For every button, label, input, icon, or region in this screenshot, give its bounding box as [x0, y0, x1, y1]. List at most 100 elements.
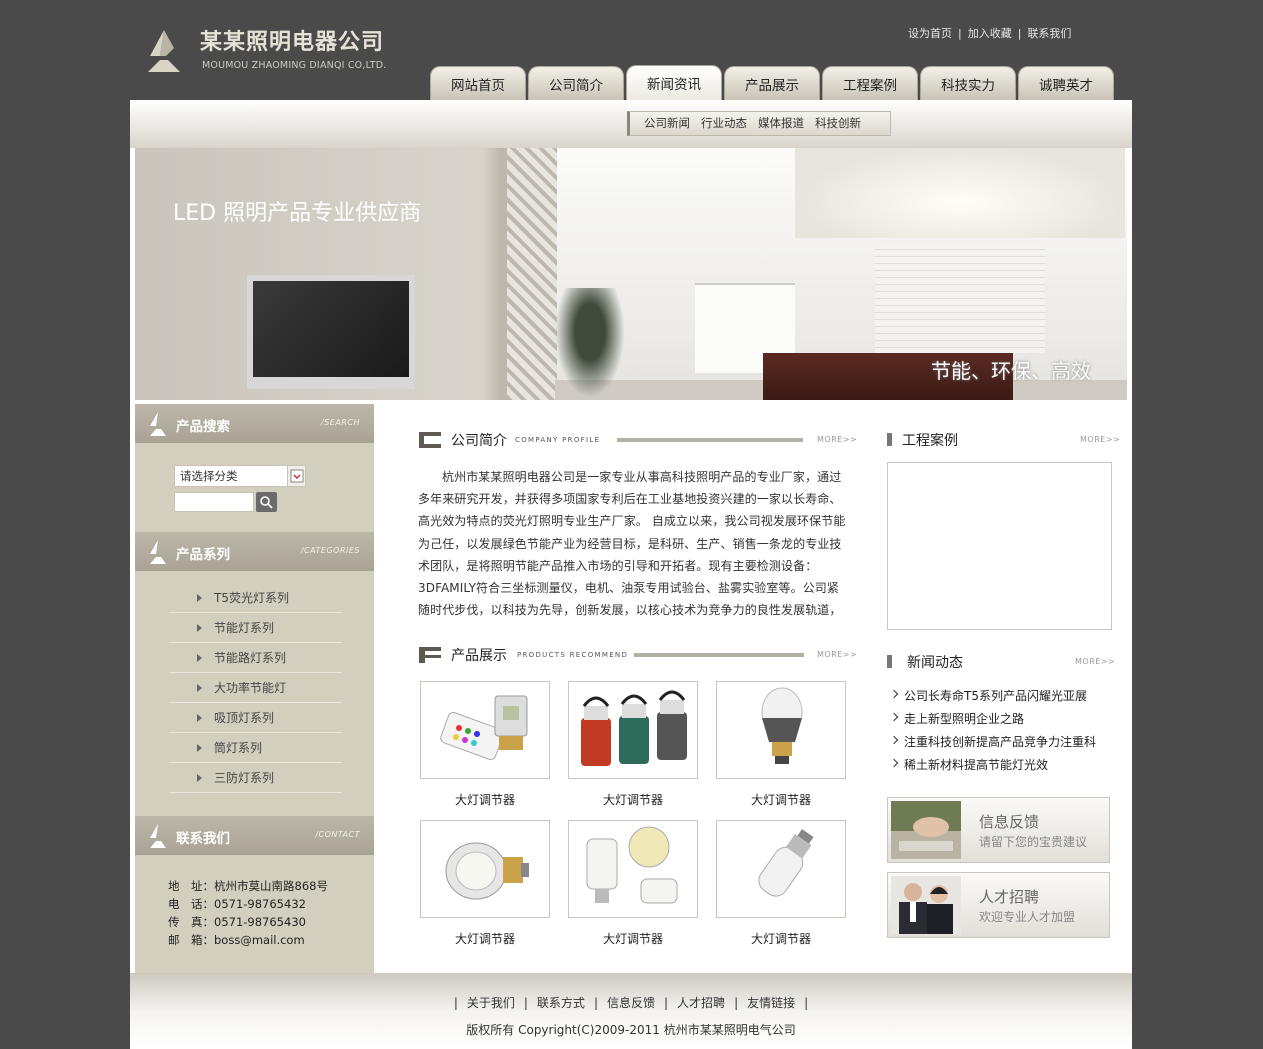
separator: |: [664, 996, 669, 1010]
nav-technology[interactable]: 科技实力: [920, 66, 1016, 100]
led-remote-icon: [440, 695, 528, 761]
feedback-banner[interactable]: 信息反馈 请留下您的宝贵建议: [887, 797, 1110, 863]
category-item[interactable]: 大功率节能灯: [169, 673, 342, 703]
company-name: 某某照明电器公司: [200, 30, 385, 55]
led-spotlight-icon: [445, 842, 529, 900]
category-label: 三防灯系列: [214, 771, 275, 785]
nav-about[interactable]: 公司简介: [528, 66, 624, 100]
contact-us-link[interactable]: 联系我们: [1027, 27, 1071, 40]
category-item[interactable]: 三防灯系列: [169, 763, 342, 793]
cases-header: 工程案例 MORE>>: [887, 430, 1120, 454]
products-title-en: PRODUCTS RECOMMEND: [517, 651, 629, 659]
category-label: 吸顶灯系列: [214, 711, 275, 725]
products-header: 产品展示 PRODUCTS RECOMMEND MORE>>: [419, 645, 857, 669]
product-image[interactable]: [716, 681, 846, 779]
arrow-right-icon: [197, 624, 202, 632]
top-links: 设为首页 | 加入收藏 | 联系我们: [908, 25, 1071, 41]
category-label: T5荧光灯系列: [214, 591, 289, 605]
tv-screen: [253, 281, 409, 377]
banner-window-blinds: [875, 243, 1045, 353]
footer-feedback-link[interactable]: 信息反馈: [607, 996, 655, 1010]
arrow-right-icon: [197, 714, 202, 722]
search-icon: [260, 496, 273, 509]
category-item[interactable]: 吸顶灯系列: [169, 703, 342, 733]
profile-more-link[interactable]: MORE>>: [817, 435, 857, 444]
footer-careers-link[interactable]: 人才招聘: [677, 996, 725, 1010]
separator: |: [593, 996, 598, 1010]
footer-friend-links[interactable]: 友情链接: [747, 996, 795, 1010]
copyright: 版权所有 Copyright(C)2009-2011 杭州市某某照明电气公司: [466, 1023, 796, 1037]
search-title: 产品搜索: [176, 419, 230, 435]
products-more-link[interactable]: MORE>>: [817, 650, 857, 659]
business-people-icon: [891, 876, 961, 934]
section-diamond-icon: [150, 824, 166, 848]
letter-p-icon: [419, 647, 441, 663]
logo-mark-icon: [148, 30, 180, 72]
set-homepage-link[interactable]: 设为首页: [908, 27, 952, 40]
footer-contact-link[interactable]: 联系方式: [537, 996, 585, 1010]
products-title: 产品展示: [451, 648, 507, 664]
search-title-en: /SEARCH: [321, 418, 360, 427]
search-input[interactable]: [174, 492, 254, 512]
footer-about-link[interactable]: 关于我们: [467, 996, 515, 1010]
arrow-right-icon: [197, 774, 202, 782]
news-item[interactable]: 公司长寿命T5系列产品闪耀光亚展: [904, 687, 1087, 704]
subnav-media[interactable]: 媒体报道: [758, 116, 804, 130]
categories-title: 产品系列: [176, 547, 230, 563]
category-item[interactable]: 节能路灯系列: [169, 643, 342, 673]
nav-careers[interactable]: 诚聘英才: [1018, 66, 1114, 100]
category-item[interactable]: 筒灯系列: [169, 733, 342, 763]
product-name[interactable]: 大灯调节器: [716, 930, 846, 947]
banner-tv: [247, 275, 415, 389]
profile-header: 公司简介 COMPANY PROFILE MORE>>: [419, 430, 857, 454]
nav-home[interactable]: 网站首页: [430, 66, 526, 100]
sidebar: 产品搜索 /SEARCH 请选择分类 产品系列 /CATEGORIES T5荧光…: [135, 404, 374, 974]
subnav-innovation[interactable]: 科技创新: [815, 116, 861, 130]
cases-more-link[interactable]: MORE>>: [1080, 435, 1120, 444]
banner-headline: LED 照明产品专业供应商: [173, 201, 422, 226]
product-name[interactable]: 大灯调节器: [716, 791, 846, 808]
nav-products[interactable]: 产品展示: [724, 66, 820, 100]
news-item[interactable]: 稀土新材料提高节能灯光效: [904, 756, 1048, 773]
led-bulb-icon: [761, 687, 803, 764]
separator: |: [1017, 27, 1022, 40]
news-item[interactable]: 注重科技创新提高产品竞争力注重科: [904, 733, 1096, 750]
search-button[interactable]: [256, 492, 277, 512]
dropdown-icon[interactable]: [287, 466, 305, 486]
category-item[interactable]: 节能灯系列: [169, 613, 342, 643]
news-item[interactable]: 走上新型照明企业之路: [904, 710, 1024, 727]
page-container: 公司新闻 行业动态 媒体报道 科技创新 LED 照明产品专业供应商 节能、环保、高效 …: [130, 100, 1132, 1049]
feedback-title: 信息反馈: [979, 813, 1040, 831]
category-item[interactable]: T5荧光灯系列: [169, 583, 342, 613]
add-favorite-link[interactable]: 加入收藏: [968, 27, 1012, 40]
section-diamond-icon: [150, 540, 166, 564]
product-image[interactable]: [420, 681, 550, 779]
product-name[interactable]: 大灯调节器: [568, 791, 698, 808]
nav-cases[interactable]: 工程案例: [822, 66, 918, 100]
product-image[interactable]: [716, 820, 846, 918]
product-image[interactable]: [568, 820, 698, 918]
category-select[interactable]: 请选择分类: [174, 465, 306, 487]
contact-phone: 电 话：0571-98765432: [168, 897, 306, 911]
product-name[interactable]: 大灯调节器: [420, 791, 550, 808]
category-label: 节能灯系列: [214, 621, 275, 635]
subnav-industry[interactable]: 行业动态: [701, 116, 747, 130]
careers-banner[interactable]: 人才招聘 欢迎专业人才加盟: [887, 872, 1110, 938]
product-image[interactable]: [568, 681, 698, 779]
logo[interactable]: 某某照明电器公司 MOUMOU ZHAOMING DIANQI CO,LTD.: [146, 24, 406, 74]
search-header: 产品搜索 /SEARCH: [135, 404, 374, 443]
product-name[interactable]: 大灯调节器: [568, 930, 698, 947]
led-capsule-bulb-icon: [758, 829, 814, 897]
hero-banner: LED 照明产品专业供应商 节能、环保、高效: [135, 148, 1127, 400]
product-image[interactable]: [420, 820, 550, 918]
news-header: 新闻动态 MORE>>: [887, 652, 1115, 676]
news-more-link[interactable]: MORE>>: [1075, 657, 1115, 666]
camping-lantern-icon: [581, 690, 687, 766]
subnav-company-news[interactable]: 公司新闻: [644, 116, 690, 130]
profile-title-en: COMPANY PROFILE: [515, 436, 601, 444]
arrow-right-icon: [197, 594, 202, 602]
separator: |: [958, 27, 962, 40]
banner-tagline: 节能、环保、高效: [931, 359, 1091, 383]
product-name[interactable]: 大灯调节器: [420, 930, 550, 947]
nav-news[interactable]: 新闻资讯: [626, 65, 722, 100]
